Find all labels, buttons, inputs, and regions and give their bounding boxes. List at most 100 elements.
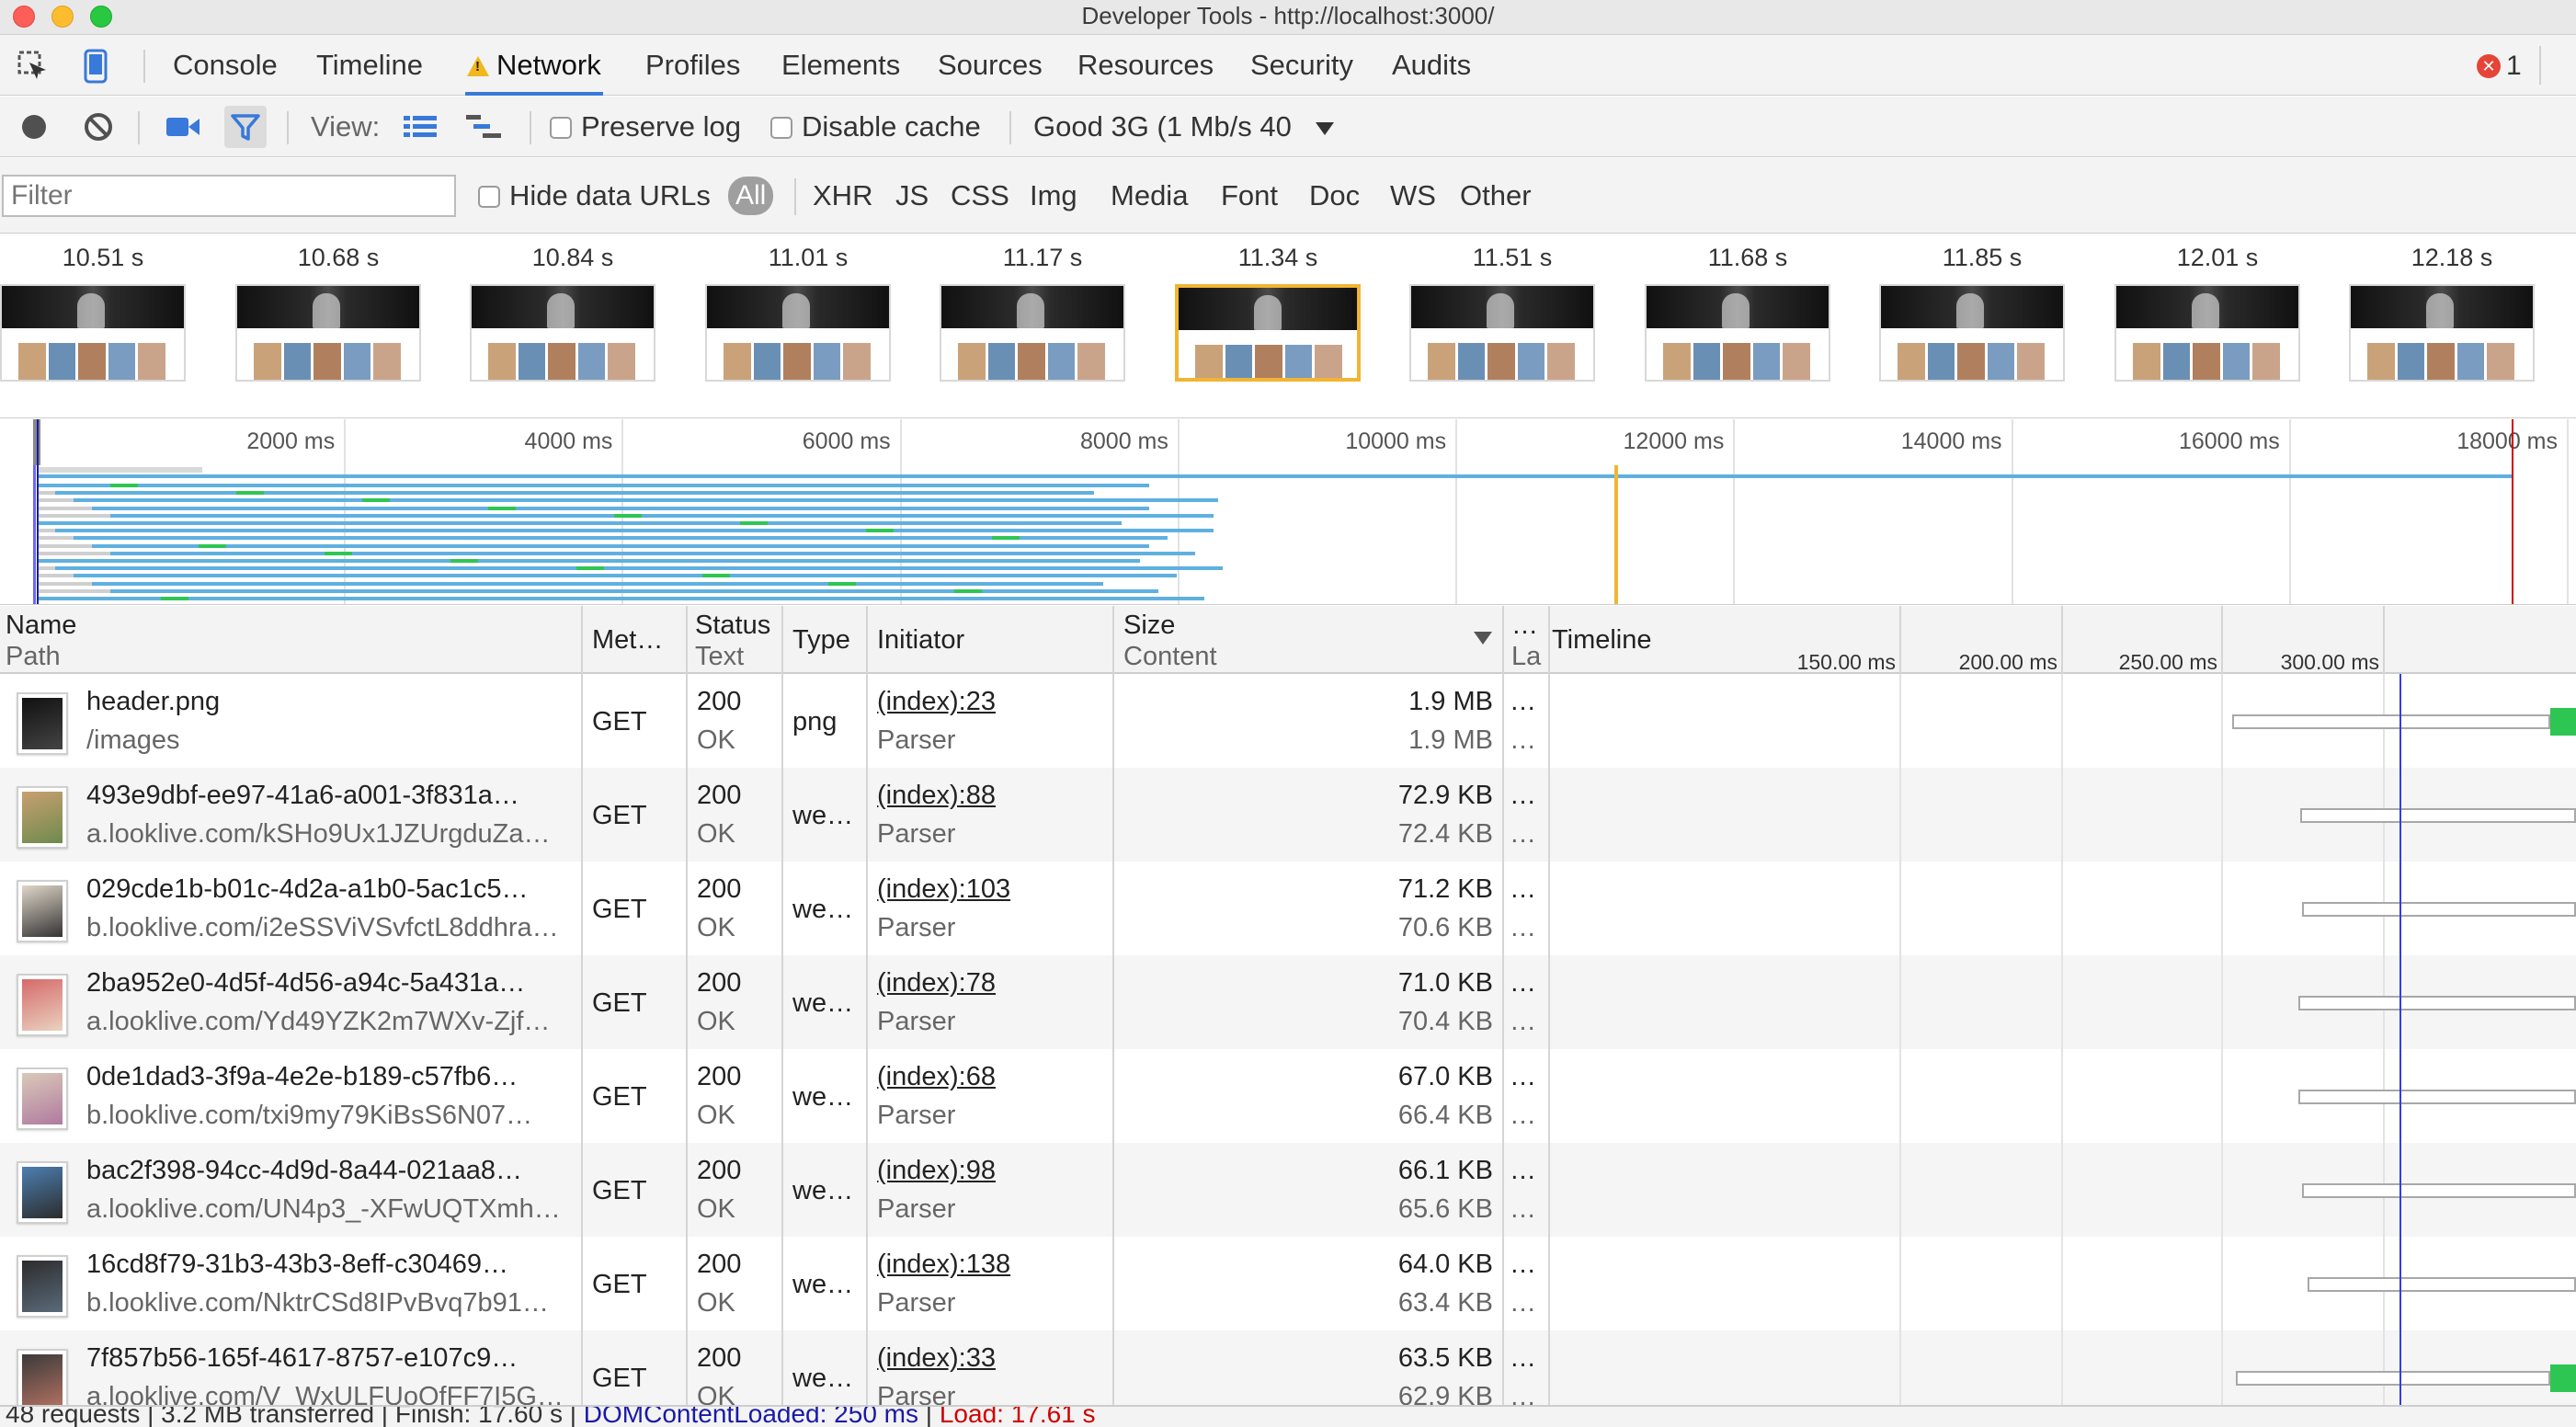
request-initiator-link[interactable]: (index):23 — [877, 687, 1107, 717]
filmstrip-frame[interactable]: 10.51 s — [0, 234, 195, 417]
filter-type-img[interactable]: Img — [1030, 158, 1077, 234]
filter-type-media[interactable]: Media — [1111, 158, 1188, 234]
frame-time-label: 11.85 s — [1942, 244, 2023, 271]
request-name[interactable]: 493e9dbf-ee97-41a6-a001-3f831a… — [86, 781, 577, 811]
filter-type-font[interactable]: Font — [1221, 158, 1278, 234]
timeline-gridline — [1899, 955, 1901, 1049]
filmstrip-frame[interactable]: 11.34 s — [1158, 234, 1370, 417]
filter-type-xhr[interactable]: XHR — [813, 158, 872, 234]
table-row[interactable]: 029cde1b-b01c-4d2a-a1b0-5ac1c5… b.lookliv… — [0, 862, 2576, 955]
request-thumbnail-icon — [17, 1067, 68, 1130]
waterfall-view-icon[interactable] — [463, 106, 506, 148]
tab-console[interactable]: Console — [171, 35, 279, 96]
request-initiator-link[interactable]: (index):88 — [877, 781, 1107, 811]
header-type[interactable]: Type — [792, 606, 850, 674]
filmstrip-frame[interactable]: 11.85 s — [1863, 234, 2074, 417]
request-initiator-link[interactable]: (index):103 — [877, 874, 1107, 905]
timeline-gridline — [2061, 768, 2063, 862]
header-timeline[interactable]: Timeline — [1552, 606, 1652, 674]
filmstrip-frame[interactable]: 12.34 s — [2568, 234, 2576, 417]
hide-data-urls-checkbox[interactable]: Hide data URLs — [478, 158, 711, 234]
filter-input[interactable] — [2, 175, 456, 217]
tab-security[interactable]: Security — [1248, 35, 1355, 96]
header-status-text[interactable]: Status Text — [695, 606, 770, 674]
tab-network[interactable]: Network — [465, 35, 603, 96]
table-row[interactable]: 493e9dbf-ee97-41a6-a001-3f831a… a.lookliv… — [0, 768, 2576, 862]
header-initiator[interactable]: Initiator — [877, 606, 964, 674]
network-overview[interactable]: 2000 ms 4000 ms 6000 ms 8000 ms 10000 ms 1200… — [0, 419, 2576, 605]
list-view-icon[interactable] — [399, 106, 441, 148]
filter-icon[interactable] — [224, 106, 267, 148]
column-separator — [1502, 1143, 1504, 1237]
filmstrip-frame[interactable]: 12.01 s — [2098, 234, 2309, 417]
filmstrip-frame[interactable]: 12.18 s — [2332, 234, 2544, 417]
filmstrip-frame[interactable]: 11.01 s — [689, 234, 900, 417]
request-latency: … — [1510, 1250, 1536, 1279]
overview-tick-label: 10000 ms — [1345, 428, 1447, 454]
clear-icon[interactable] — [77, 106, 120, 148]
tab-timeline[interactable]: Timeline — [314, 35, 425, 96]
table-row[interactable]: 0de1dad3-3f9a-4e2e-b189-c57fb6… b.lookliv… — [0, 1049, 2576, 1143]
column-separator — [1112, 674, 1114, 768]
camera-icon[interactable] — [162, 106, 204, 148]
filter-type-all[interactable]: All — [728, 177, 774, 215]
filmstrip-frame[interactable]: 10.84 s — [453, 234, 665, 417]
request-initiator-link[interactable]: (index):68 — [877, 1062, 1107, 1092]
inspect-element-icon[interactable] — [15, 48, 51, 85]
disable-cache-checkbox[interactable]: Disable cache — [770, 97, 981, 157]
tab-sources[interactable]: Sources — [936, 35, 1044, 96]
request-size: 67.0 KB — [1397, 1062, 1493, 1091]
error-icon: ✕ — [2477, 54, 2501, 78]
tab-audits[interactable]: Audits — [1390, 35, 1473, 96]
request-initiator-link[interactable]: (index):33 — [877, 1343, 1107, 1374]
table-row[interactable]: 16cd8f79-31b3-43b3-8eff-c30469… b.lookliv… — [0, 1237, 2576, 1330]
throttling-select[interactable]: Good 3G (1 Mb/s 40 — [1033, 97, 1335, 157]
tab-resources[interactable]: Resources — [1076, 35, 1215, 96]
preserve-log-checkbox[interactable]: Preserve log — [550, 97, 741, 157]
filter-type-css[interactable]: CSS — [951, 158, 1009, 234]
request-initiator-link[interactable]: (index):78 — [877, 968, 1107, 999]
waterfall-receiving-bar — [2550, 708, 2576, 736]
header-name-path[interactable]: Name Path — [6, 606, 76, 674]
request-initiator-link[interactable]: (index):98 — [877, 1156, 1107, 1186]
record-icon[interactable] — [13, 106, 55, 148]
filter-type-doc[interactable]: Doc — [1309, 158, 1360, 234]
filmstrip-frame[interactable]: 11.17 s — [923, 234, 1134, 417]
table-row[interactable]: 7f857b56-165f-4617-8757-e107c9… a.lookliv… — [0, 1330, 2576, 1405]
overview-request-bar — [37, 521, 1122, 525]
hide-data-urls-box[interactable] — [478, 186, 500, 208]
table-row[interactable]: 2ba952e0-4d5f-4d56-a94c-5a431a… a.lookliv… — [0, 955, 2576, 1049]
filter-type-js[interactable]: JS — [895, 158, 929, 234]
request-name[interactable]: bac2f398-94cc-4d9d-8a44-021aa8… — [86, 1156, 577, 1186]
header-size-content[interactable]: Size Content — [1123, 606, 1491, 674]
request-name[interactable]: 2ba952e0-4d5f-4d56-a94c-5a431a… — [86, 968, 577, 999]
timeline-gridline — [2061, 1237, 2063, 1330]
filmstrip-frame[interactable]: 10.68 s — [219, 234, 430, 417]
request-name[interactable]: 0de1dad3-3f9a-4e2e-b189-c57fb6… — [86, 1062, 577, 1092]
request-initiator-link[interactable]: (index):138 — [877, 1250, 1107, 1280]
tab-profiles[interactable]: Profiles — [644, 35, 742, 96]
preserve-log-box[interactable] — [550, 117, 572, 139]
tab-network-label: Network — [496, 49, 601, 81]
network-toolbar: View: Preserve log Disable cache Good 3G… — [0, 97, 2576, 157]
frame-thumbnail — [1409, 284, 1595, 382]
error-counter[interactable]: ✕ 1 — [2477, 48, 2522, 85]
tab-elements[interactable]: Elements — [780, 35, 902, 96]
overview-gridline — [2288, 419, 2291, 604]
filter-type-other[interactable]: Other — [1460, 158, 1532, 234]
header-method[interactable]: Met… — [592, 606, 663, 674]
overview-request-bar — [55, 529, 1214, 533]
device-mode-icon[interactable] — [77, 48, 114, 85]
request-name[interactable]: header.png — [86, 687, 577, 717]
header-latency[interactable]: … La — [1511, 606, 1541, 674]
column-separator — [1112, 955, 1114, 1049]
filmstrip-frame[interactable]: 11.51 s — [1393, 234, 1604, 417]
table-row[interactable]: header.png/images GET 200 OK png (index):23 Pa… — [0, 674, 2576, 768]
filmstrip-frame[interactable]: 11.68 s — [1628, 234, 1840, 417]
filter-type-ws[interactable]: WS — [1390, 158, 1436, 234]
table-row[interactable]: bac2f398-94cc-4d9d-8a44-021aa8… a.lookliv… — [0, 1143, 2576, 1237]
request-name[interactable]: 029cde1b-b01c-4d2a-a1b0-5ac1c5… — [86, 874, 577, 905]
request-name[interactable]: 7f857b56-165f-4617-8757-e107c9… — [86, 1343, 577, 1374]
disable-cache-box[interactable] — [770, 117, 792, 139]
request-name[interactable]: 16cd8f79-31b3-43b3-8eff-c30469… — [86, 1250, 577, 1280]
